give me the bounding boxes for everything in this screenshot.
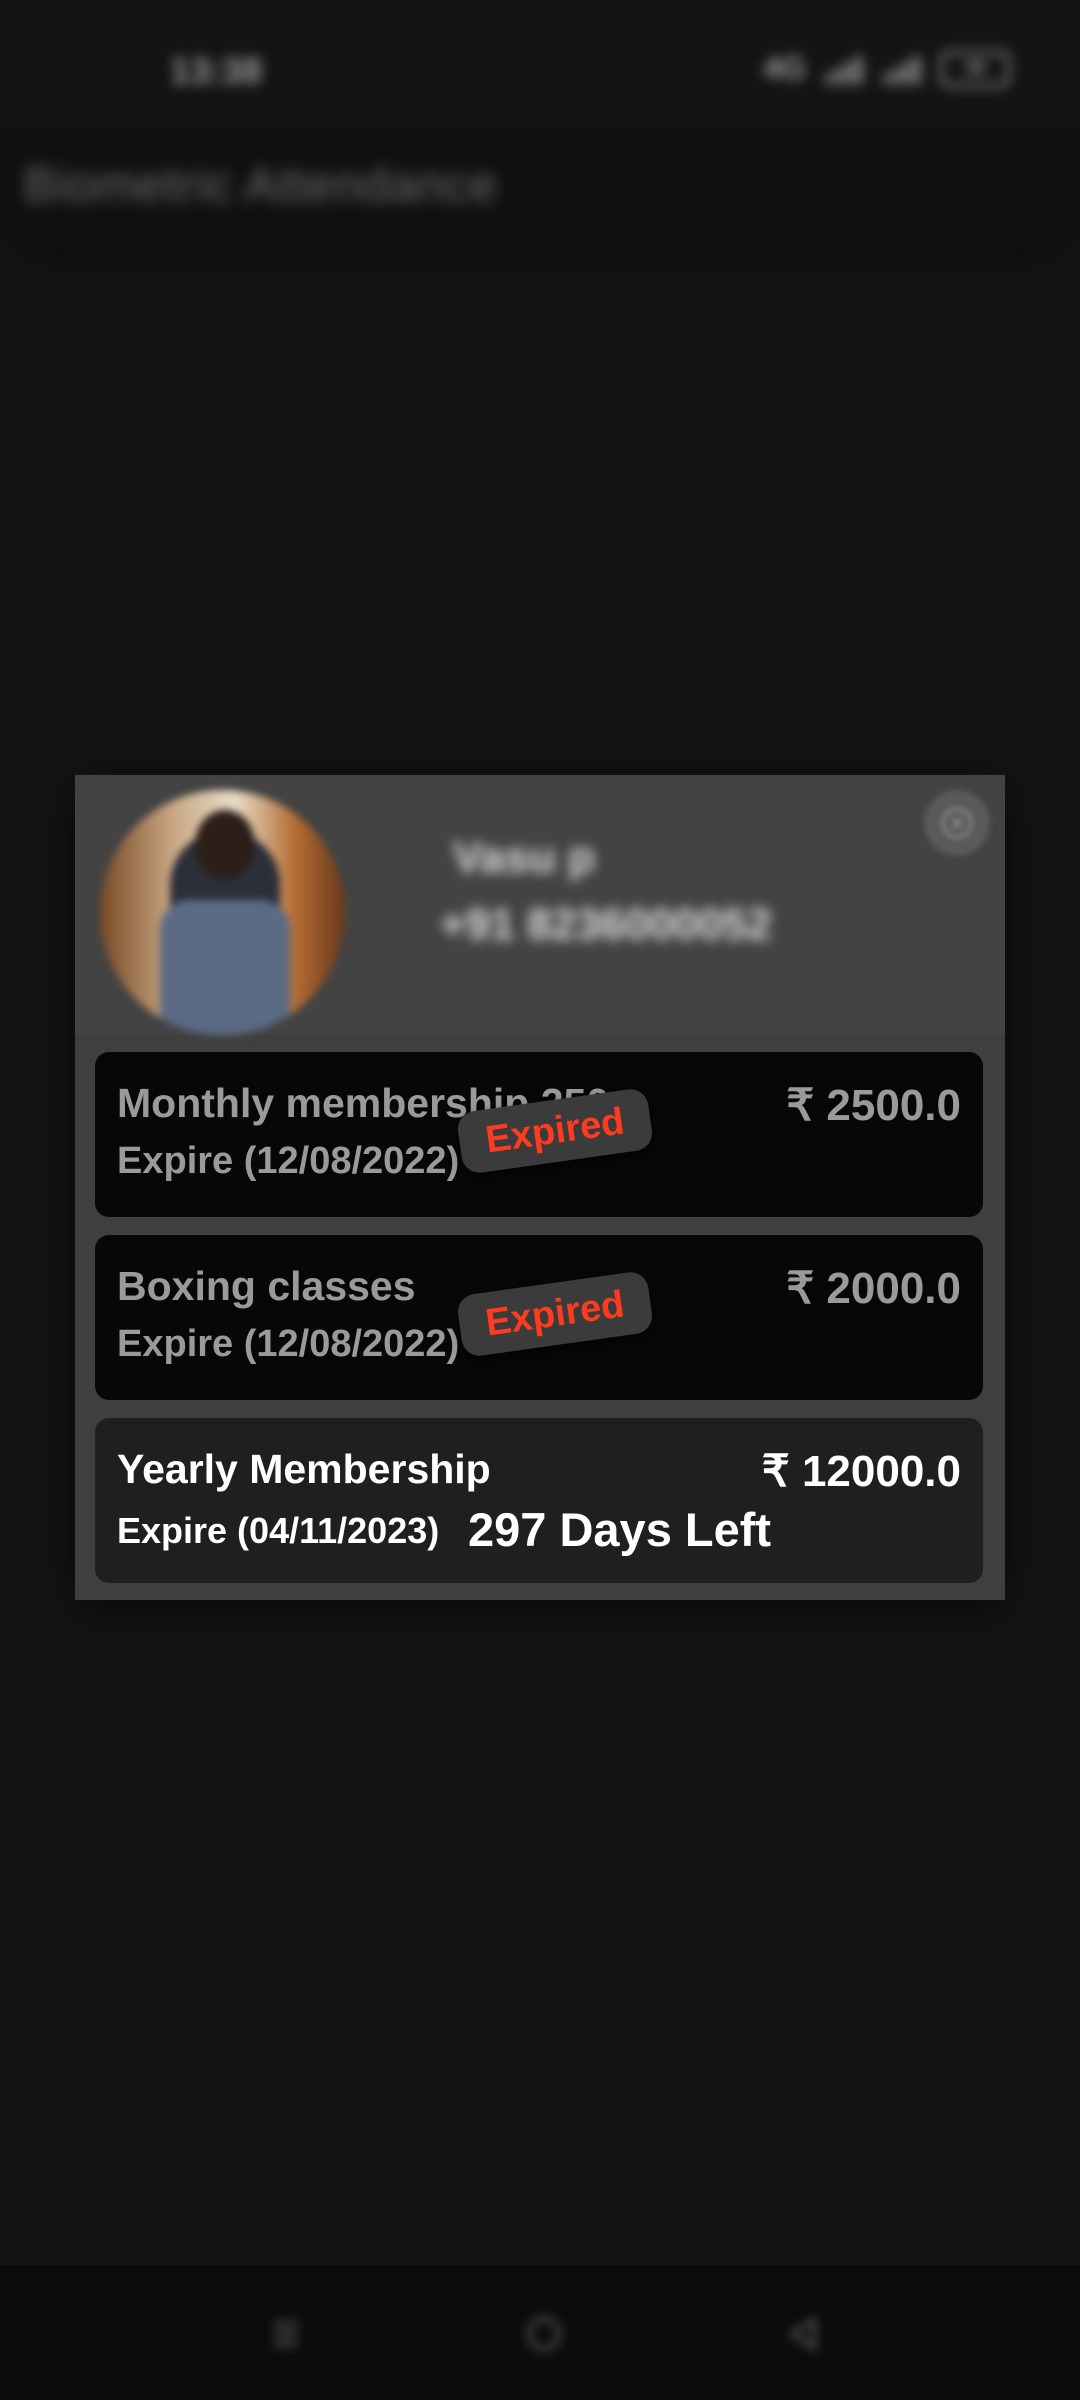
avatar <box>100 790 345 1035</box>
status-bar: 13:38 4G 38 <box>0 0 1080 130</box>
plan-card-monthly[interactable]: Monthly membership 250 Expire (12/08/202… <box>95 1052 983 1217</box>
network-label: 4G <box>763 50 806 86</box>
dialog-header: Vasu p +91 8236000052 <box>75 775 1005 1035</box>
avatar-head <box>195 810 255 880</box>
status-icons: 4G 38 <box>763 50 1010 87</box>
back-icon <box>788 2316 816 2352</box>
home-icon <box>527 2317 561 2351</box>
close-button[interactable] <box>924 790 990 856</box>
app-bar: Biometric Attendance <box>0 130 1080 250</box>
user-name: Vasu p <box>453 833 595 882</box>
plan-name: Yearly Membership <box>117 1446 491 1492</box>
plan-price: ₹ 2500.0 <box>786 1081 961 1130</box>
navigation-bar <box>0 2265 1080 2400</box>
signal-icon <box>826 55 862 84</box>
membership-dialog: Vasu p +91 8236000052 Monthly membership… <box>75 775 1005 1600</box>
days-left: 297 Days Left <box>468 1503 772 1556</box>
plan-card-boxing[interactable]: Boxing classes Expire (12/08/2022) ₹ 200… <box>95 1235 983 1400</box>
plan-price: ₹ 2000.0 <box>786 1264 961 1313</box>
expired-badge: Expired <box>455 1269 655 1359</box>
app-title: Biometric Attendance <box>24 159 498 212</box>
signal-icon-2 <box>884 55 920 84</box>
plan-price: ₹ 12000.0 <box>761 1447 961 1496</box>
user-phone: +91 8236000052 <box>440 900 772 949</box>
menu-icon <box>274 2322 298 2346</box>
back-button[interactable] <box>780 2310 828 2358</box>
plan-card-yearly[interactable]: Yearly Membership Expire (04/11/2023) ₹ … <box>95 1418 983 1583</box>
home-button[interactable] <box>520 2310 568 2358</box>
plan-expiry: Expire (12/08/2022) <box>117 1140 460 1182</box>
plan-expiry: Expire (12/08/2022) <box>117 1323 460 1365</box>
plan-expiry: Expire (04/11/2023) <box>117 1510 440 1551</box>
avatar-coat <box>160 900 290 1035</box>
battery-icon: 38 <box>940 50 1010 87</box>
plan-name: Boxing classes <box>117 1263 416 1309</box>
status-time: 13:38 <box>170 50 263 91</box>
close-icon <box>941 807 973 839</box>
recents-button[interactable] <box>262 2310 310 2358</box>
